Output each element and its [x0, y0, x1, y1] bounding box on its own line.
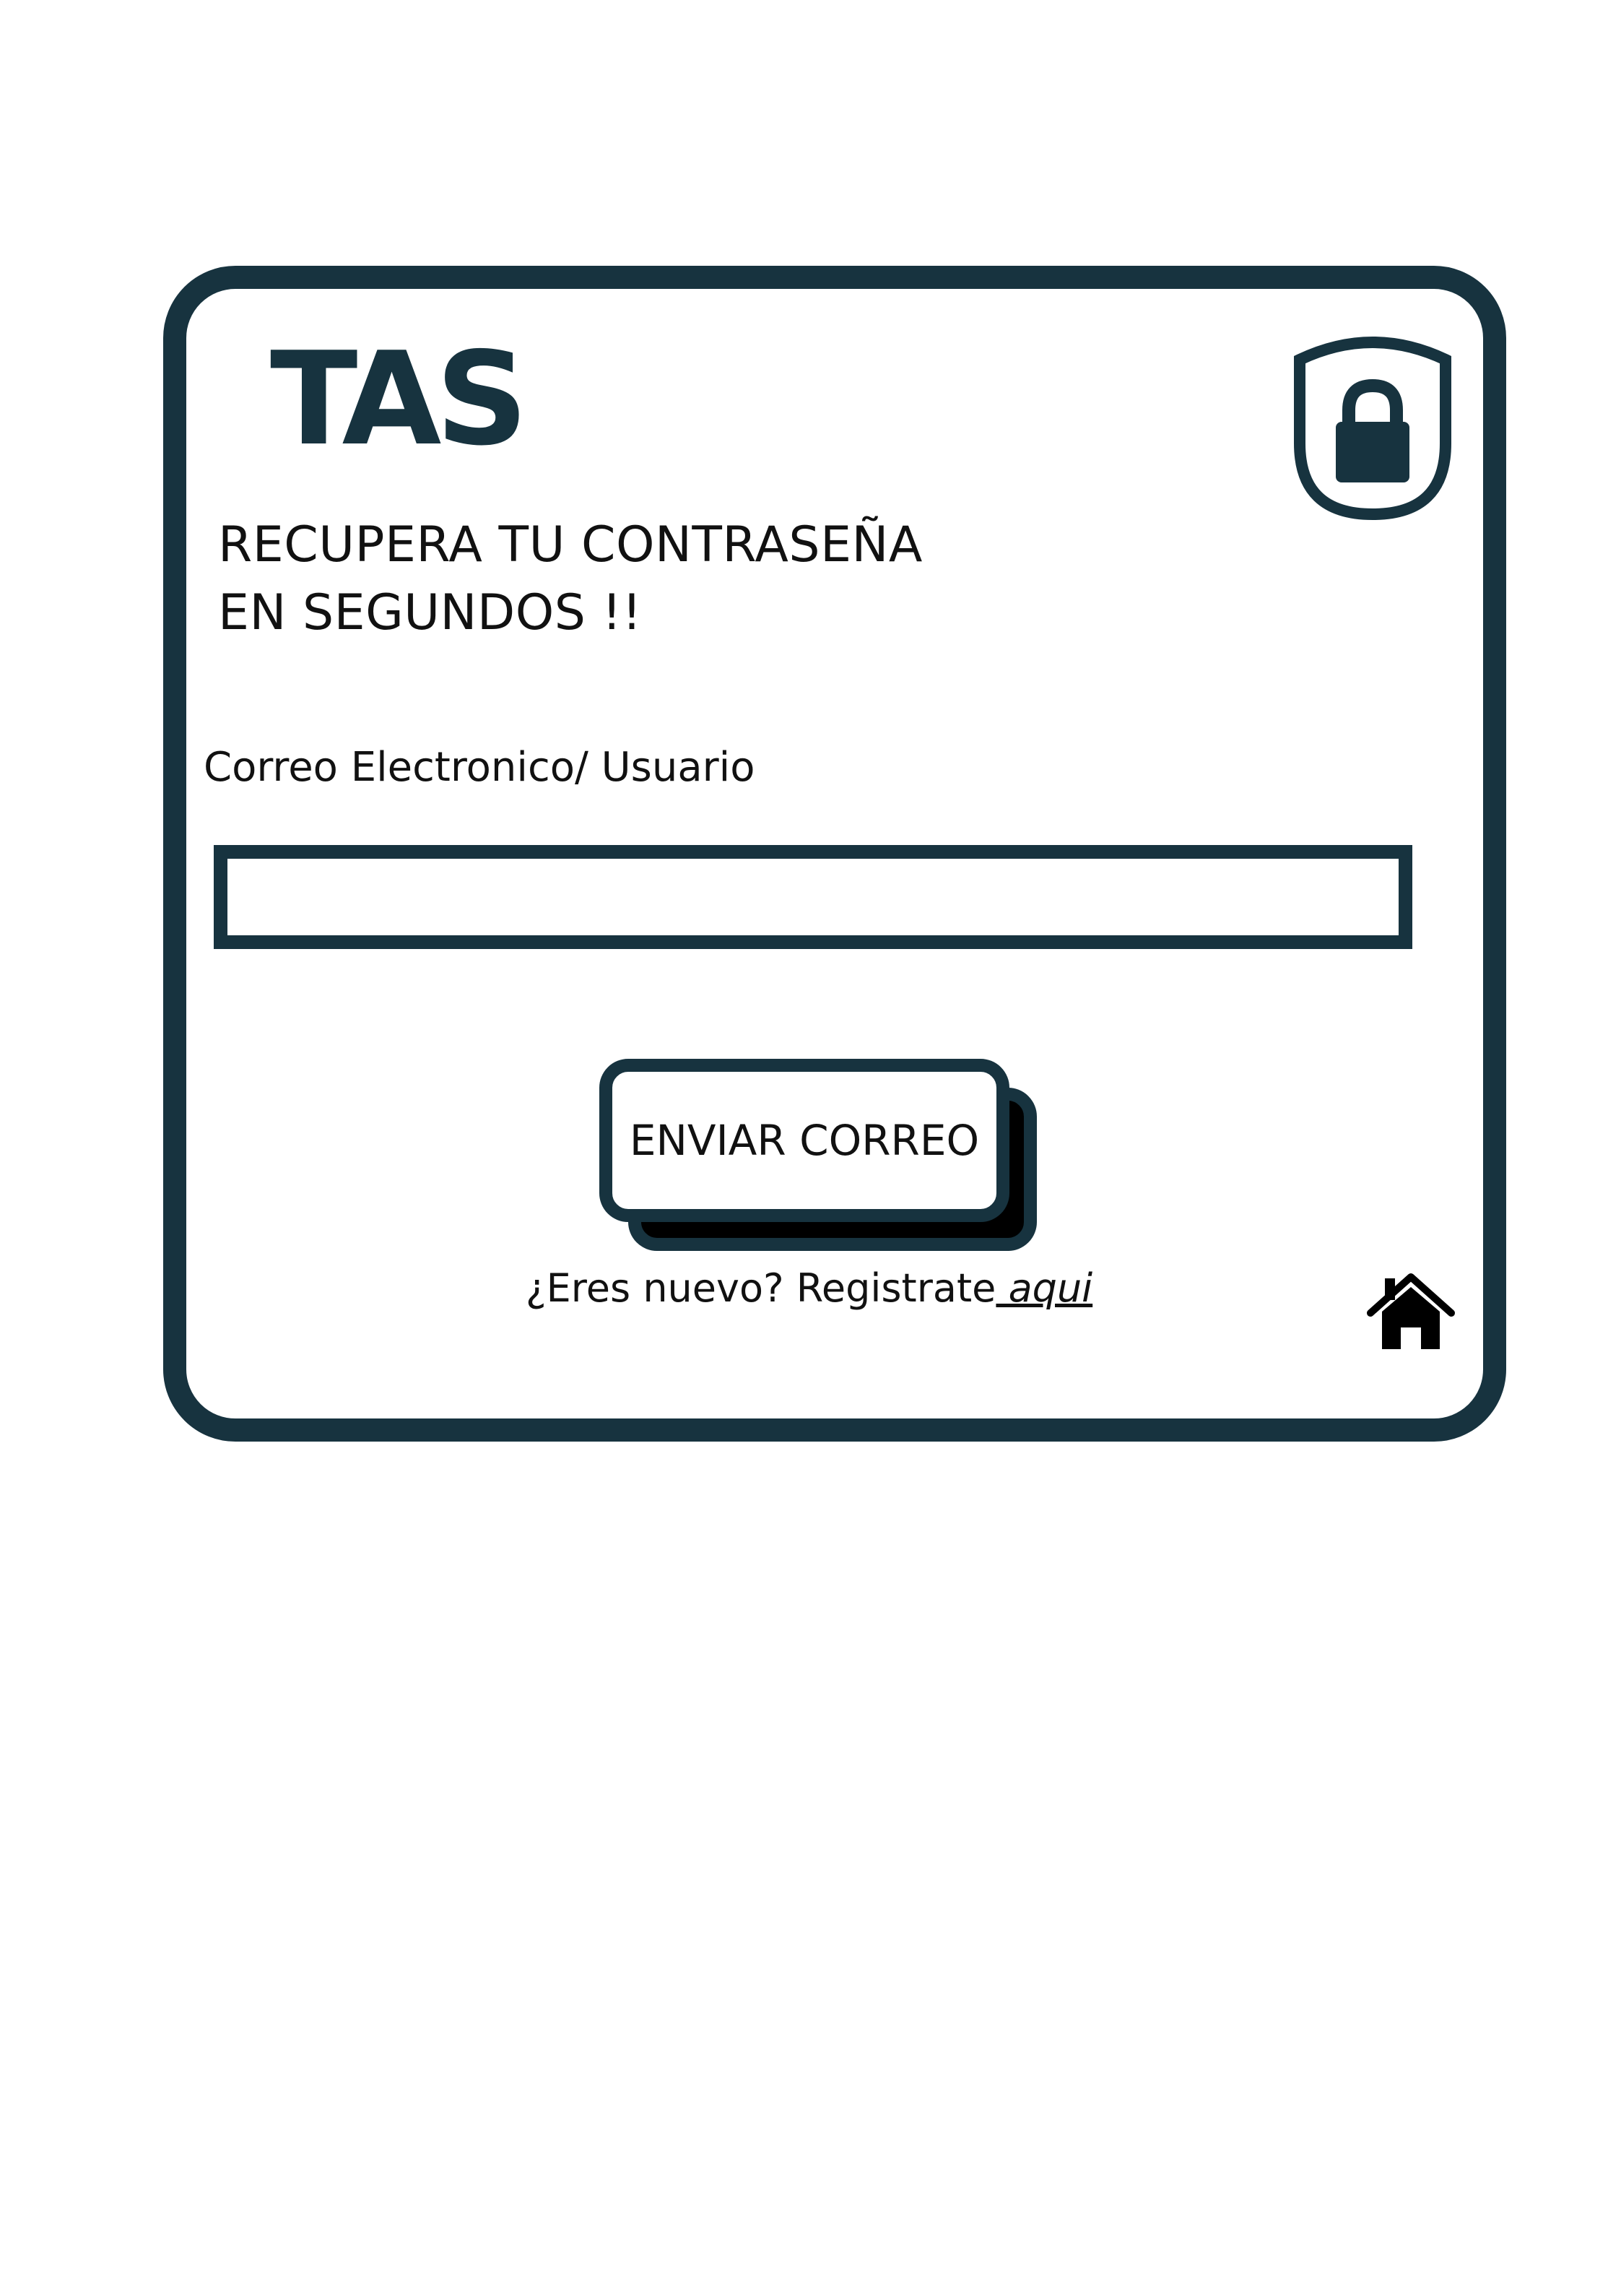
- home-icon[interactable]: [1366, 1271, 1456, 1352]
- email-field[interactable]: [214, 845, 1412, 949]
- register-link[interactable]: aqui: [996, 1265, 1093, 1311]
- email-field-label: Correo Electronico/ Usuario: [204, 744, 755, 791]
- register-prompt: ¿Eres nuevo? Registrate aqui: [526, 1265, 1092, 1311]
- lock-shield-icon: [1294, 337, 1451, 521]
- svg-text:TAS: TAS: [270, 345, 523, 449]
- page-heading: RECUPERA TU CONTRASEÑA EN SEGUNDOS !!: [218, 511, 923, 647]
- send-email-button[interactable]: ENVIAR CORREO: [599, 1059, 1009, 1222]
- tas-logo: TAS: [270, 345, 529, 449]
- register-prompt-text: ¿Eres nuevo? Registrate: [526, 1265, 996, 1311]
- heading-line-1: RECUPERA TU CONTRASEÑA: [218, 516, 923, 573]
- heading-line-2: EN SEGUNDOS !!: [218, 584, 643, 641]
